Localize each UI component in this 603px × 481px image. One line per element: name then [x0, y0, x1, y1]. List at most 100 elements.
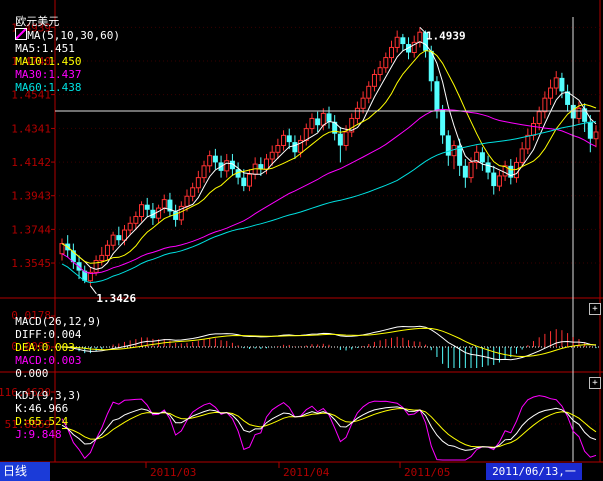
- low-annotation: 1.3426: [96, 292, 136, 305]
- candle-body: [224, 160, 230, 172]
- candle-body: [445, 135, 451, 156]
- candle-body: [576, 107, 582, 119]
- candle-body: [377, 67, 383, 75]
- date-label: 2011/04: [283, 466, 330, 479]
- macd-panel-add-button[interactable]: +: [589, 303, 601, 315]
- macd-title: MACD(26,12,9): [15, 315, 102, 328]
- price-tick-label: 1.3943: [11, 190, 51, 203]
- candle-body: [417, 31, 423, 43]
- kdj-j: J:9.848: [15, 428, 62, 441]
- candle-body: [343, 131, 349, 147]
- candle-body: [144, 204, 150, 210]
- price-tick-label: 1.3545: [11, 257, 51, 270]
- candle-body: [400, 37, 406, 45]
- candle-body: [320, 112, 326, 126]
- candle-body: [451, 145, 457, 157]
- candle-body: [434, 81, 440, 110]
- candle-body: [207, 155, 213, 167]
- indicator-toggle-icon[interactable]: [15, 28, 28, 40]
- candle-body: [99, 254, 105, 261]
- candle-body: [366, 85, 372, 99]
- candle-body: [525, 134, 531, 150]
- candle-body: [548, 87, 554, 99]
- candle-body: [440, 110, 446, 136]
- candle-body: [190, 187, 196, 197]
- candle-body: [531, 123, 537, 136]
- candle-body: [337, 133, 343, 146]
- candle-body: [360, 97, 366, 109]
- price-header: 欧元美元 MA(5,10,30,60) MA5:1.451 MA10:1.450…: [2, 2, 120, 94]
- ma30-value: MA30:1.437: [15, 68, 82, 81]
- candle-body: [173, 211, 179, 220]
- kdj-k: K:46.966: [15, 402, 69, 415]
- macd-value: MACD:0.003: [15, 354, 82, 367]
- candle-body: [184, 195, 190, 207]
- candle-body: [371, 73, 377, 87]
- ma5-line: [61, 41, 597, 270]
- ma10-line: [61, 50, 597, 264]
- candle-body: [286, 135, 292, 143]
- candle-body: [582, 108, 588, 122]
- candle-body: [121, 229, 127, 241]
- ma-params: MA(5,10,30,60): [27, 29, 120, 42]
- kdj-d: D:65.524: [15, 415, 69, 428]
- macd-header: MACD(26,12,9) DIFF:0.004 DEA:0.003 MACD:…: [2, 302, 101, 380]
- ma60-value: MA60:1.438: [15, 81, 82, 94]
- candle-body: [139, 204, 145, 218]
- date-label: 2011/05: [404, 466, 450, 479]
- candle-body: [383, 57, 389, 69]
- candle-body: [104, 244, 110, 256]
- kdj-j-line: [61, 395, 597, 461]
- candle-body: [496, 175, 502, 187]
- candle-body: [201, 165, 207, 179]
- macd-diff-line: [61, 325, 597, 361]
- candle-body: [127, 222, 133, 231]
- candle-body: [315, 118, 321, 126]
- candle-body: [491, 172, 497, 187]
- candle-body: [133, 216, 139, 224]
- candle-body: [519, 148, 525, 163]
- ma60-line: [61, 121, 597, 284]
- date-label: 2011/03: [150, 466, 196, 479]
- candle-body: [246, 173, 252, 187]
- candle-body: [354, 107, 360, 119]
- kdj-panel-add-button[interactable]: +: [589, 377, 601, 389]
- price-tick-label: 1.4341: [11, 122, 51, 135]
- macd-dea: DEA:0.003: [15, 341, 75, 354]
- candle-body: [264, 158, 270, 170]
- candle-body: [468, 161, 474, 179]
- candle-body: [559, 77, 565, 92]
- candle-body: [536, 111, 542, 125]
- candle-body: [195, 177, 201, 189]
- candle-body: [587, 121, 593, 139]
- candle-body: [326, 113, 332, 122]
- candle-body: [156, 207, 162, 219]
- ma10-value: MA10:1.450: [15, 55, 82, 68]
- candle-body: [553, 77, 559, 89]
- kdj-header: KDJ(9,3,3) K:46.966 D:65.524 J:9.848: [2, 376, 81, 441]
- candle-body: [485, 162, 491, 173]
- candle-body: [388, 46, 394, 59]
- candle-body: [241, 177, 247, 187]
- ma5-value: MA5:1.451: [15, 42, 75, 55]
- candle-body: [161, 199, 167, 209]
- candle-body: [269, 151, 275, 160]
- instrument-name: 欧元美元: [15, 15, 60, 28]
- period-tab[interactable]: 日线: [0, 462, 50, 481]
- candle-body: [212, 155, 218, 163]
- price-tick-label: 1.3744: [11, 223, 51, 236]
- kdj-title: KDJ(9,3,3): [15, 389, 82, 402]
- price-tick-label: 1.4142: [11, 156, 51, 169]
- candle-body: [59, 243, 65, 255]
- candle-body: [462, 165, 468, 178]
- macd-diff: DIFF:0.004: [15, 328, 82, 341]
- ma30-line: [61, 108, 597, 275]
- candle-body: [309, 117, 315, 130]
- candle-body: [292, 142, 298, 153]
- high-annotation: 1.4939: [426, 29, 466, 42]
- candle-body: [593, 131, 599, 140]
- candle-body: [116, 235, 122, 241]
- candle-body: [479, 152, 485, 163]
- cursor-date: 2011/06/13,一: [486, 463, 582, 480]
- candle-body: [275, 145, 281, 153]
